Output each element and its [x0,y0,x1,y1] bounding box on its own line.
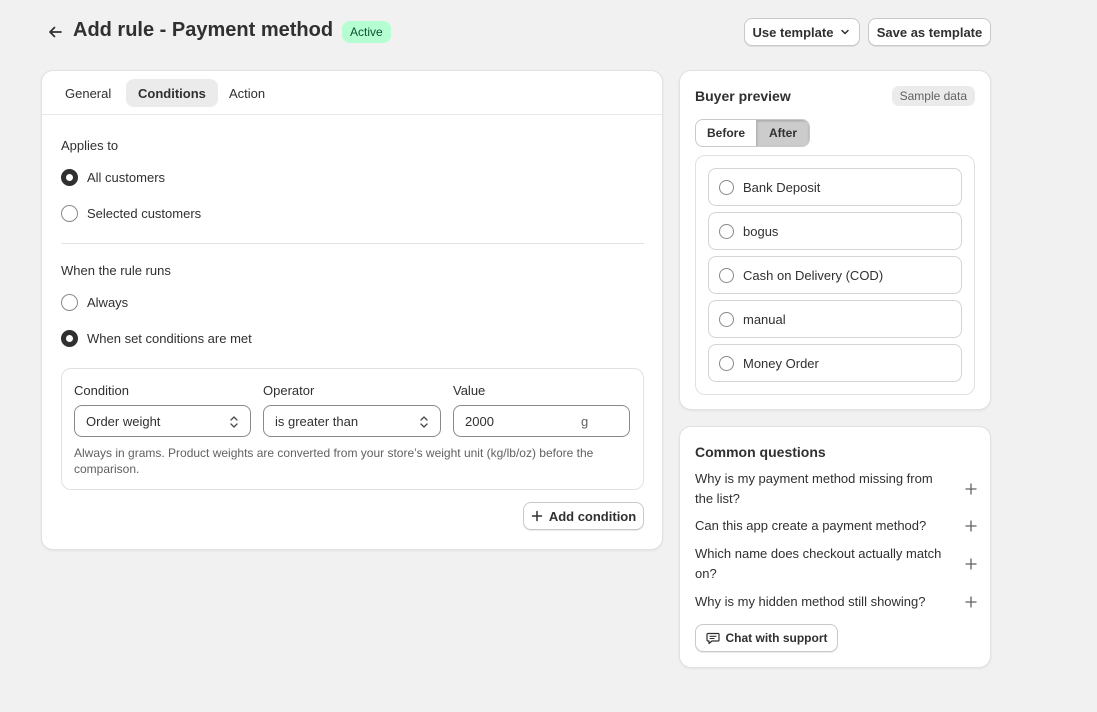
faq-title: Common questions [695,444,826,460]
rule-card: General Conditions Action Applies to All… [41,70,663,550]
save-as-template-button[interactable]: Save as template [868,18,991,46]
radio-always[interactable]: Always [61,292,128,312]
plus-icon[interactable] [965,596,977,608]
toggle-before[interactable]: Before [696,120,756,146]
toggle-after[interactable]: After [756,120,809,146]
radio-all-customers[interactable]: All customers [61,167,165,187]
payment-method-option[interactable]: manual [708,300,962,338]
plus-icon[interactable] [965,483,977,495]
radio-button-checked[interactable] [61,329,78,347]
faq-question: Can this app create a payment method? [695,518,927,533]
chat-bubble-icon [705,632,720,645]
radio-conditions-met[interactable]: When set conditions are met [61,328,252,348]
condition-select[interactable]: Order weight [74,405,251,437]
tab-bar: General Conditions Action [42,71,662,115]
section-divider [61,243,644,244]
radio-label: When set conditions are met [87,330,252,346]
faq-question: Which name does checkout actually match … [695,546,942,581]
buyer-preview-title: Buyer preview [695,88,791,104]
operator-select-value: is greater than [275,413,359,429]
plus-icon[interactable] [965,558,977,570]
tab-conditions[interactable]: Conditions [126,79,218,107]
radio-button[interactable] [719,179,734,195]
faq-item[interactable]: Can this app create a payment method? [695,516,977,536]
value-input-text: 2000 [465,413,494,429]
payment-method-option[interactable]: Bank Deposit [708,168,962,206]
condition-box: Condition Order weight Operator is great… [61,368,644,490]
faq-item[interactable]: Why is my hidden method still showing? [695,592,977,612]
payment-method-label: Money Order [743,355,819,371]
faq-item[interactable]: Which name does checkout actually match … [695,544,977,584]
payment-method-list: Bank Deposit bogus Cash on Delivery (COD… [695,155,975,395]
save-as-template-label: Save as template [876,24,983,40]
radio-button[interactable] [719,223,734,239]
buyer-preview-card: Buyer preview Sample data Before After B… [679,70,991,410]
radio-button[interactable] [719,311,734,327]
sample-data-badge: Sample data [891,86,975,106]
chevron-down-icon [841,29,850,35]
select-chevron-icon [420,416,428,428]
payment-method-label: Bank Deposit [743,179,821,195]
add-condition-label: Add condition [548,508,637,524]
payment-method-option[interactable]: Cash on Delivery (COD) [708,256,962,294]
select-chevron-icon [230,416,238,428]
condition-select-value: Order weight [86,413,161,429]
payment-method-label: manual [743,311,786,327]
payment-method-option[interactable]: bogus [708,212,962,250]
operator-select[interactable]: is greater than [263,405,441,437]
faq-card: Common questions Why is my payment metho… [679,426,991,668]
condition-help-text: Always in grams. Product weights are con… [74,446,594,476]
plus-icon[interactable] [965,520,977,532]
radio-button[interactable] [61,293,78,311]
radio-button[interactable] [719,355,734,371]
radio-selected-customers[interactable]: Selected customers [61,203,201,223]
faq-item[interactable]: Why is my payment method missing from th… [695,469,977,509]
before-after-toggle: Before After [695,119,810,147]
use-template-label: Use template [752,24,834,40]
payment-method-label: bogus [743,223,779,239]
page-title: Add rule - Payment method [73,19,334,41]
value-input[interactable]: 2000 g [453,405,630,437]
back-button[interactable] [44,20,66,44]
radio-button[interactable] [61,204,78,222]
add-condition-button[interactable]: Add condition [523,502,644,530]
unit-suffix: g [581,413,589,429]
faq-question: Why is my payment method missing from th… [695,471,933,506]
radio-label: All customers [87,169,166,185]
radio-label: Always [87,294,129,310]
radio-button[interactable] [719,267,734,283]
chat-support-label: Chat with support [725,631,828,645]
rule-runs-label: When the rule runs [61,263,171,278]
radio-button-checked[interactable] [61,168,78,186]
faq-question: Why is my hidden method still showing? [695,594,926,609]
payment-method-label: Cash on Delivery (COD) [743,267,884,283]
applies-to-label: Applies to [61,138,119,153]
condition-label: Condition [74,383,129,398]
radio-label: Selected customers [87,205,202,221]
status-badge: Active [342,21,391,43]
use-template-button[interactable]: Use template [744,18,860,46]
chat-support-button[interactable]: Chat with support [695,624,838,652]
value-label: Value [453,383,486,398]
plus-icon [531,510,543,522]
operator-label: Operator [263,383,315,398]
tab-general[interactable]: General [53,79,123,107]
tab-action[interactable]: Action [217,79,277,107]
payment-method-option[interactable]: Money Order [708,344,962,382]
arrow-left-icon [49,26,62,38]
